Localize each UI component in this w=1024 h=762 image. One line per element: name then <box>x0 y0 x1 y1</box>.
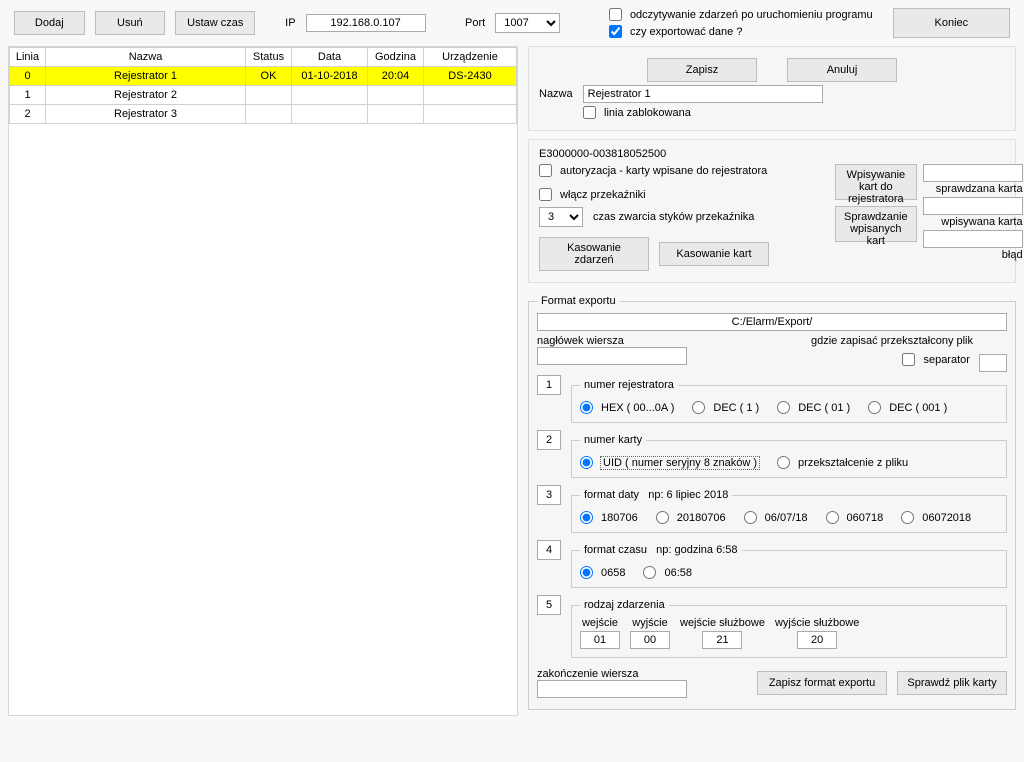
event-type-input[interactable] <box>702 631 742 649</box>
clear-cards-button[interactable]: Kasowanie kart <box>659 242 769 266</box>
export-format-group: Format exportu nagłówek wiersza gdzie za… <box>528 295 1016 710</box>
row-header-input[interactable] <box>537 347 687 365</box>
export-checkbox[interactable]: czy exportować dane ? <box>609 25 873 38</box>
section-4-number[interactable]: 4 <box>537 540 561 560</box>
event-type-input[interactable] <box>580 631 620 649</box>
date-fmt-option[interactable]: 20180706 <box>656 511 726 524</box>
event-type-column: wyjście służbowe <box>775 617 859 649</box>
time-fmt-option[interactable]: 06:58 <box>643 566 692 579</box>
table-header-row: Linia Nazwa Status Data Godzina Urządzen… <box>10 48 517 67</box>
relay-time-select[interactable]: 3 <box>539 207 583 227</box>
event-type-column: wejście służbowe <box>680 617 765 649</box>
device-panel: E3000000-003818052500 autoryzacja - kart… <box>528 139 1016 283</box>
separator-checkbox[interactable]: separator <box>902 353 969 366</box>
checked-card-input[interactable] <box>923 164 1023 182</box>
where-save-label: gdzie zapisać przekształcony plik <box>777 335 1007 347</box>
device-id-label: E3000000-003818052500 <box>539 148 1005 160</box>
export-path-input[interactable] <box>537 313 1007 331</box>
editor-panel: Zapisz Anuluj Nazwa linia zablokowana <box>528 46 1016 131</box>
time-fmt-option[interactable]: 0658 <box>580 566 625 579</box>
date-fmt-option[interactable]: 06/07/18 <box>744 511 808 524</box>
date-fmt-option[interactable]: 060718 <box>826 511 884 524</box>
add-button[interactable]: Dodaj <box>14 11 85 35</box>
checked-card-label: sprawdzana karta <box>936 183 1023 195</box>
check-card-file-button[interactable]: Sprawdź plik karty <box>897 671 1007 695</box>
table-row[interactable]: 2Rejestrator 3 <box>10 105 517 124</box>
event-type-input[interactable] <box>630 631 670 649</box>
cancel-button[interactable]: Anuluj <box>787 58 897 82</box>
delete-button[interactable]: Usuń <box>95 11 166 35</box>
relay-enable-checkbox[interactable]: włącz przekaźniki <box>539 188 646 201</box>
read-events-checkbox[interactable]: odczytywanie zdarzeń po uruchomieniu pro… <box>609 8 873 21</box>
authorization-checkbox[interactable]: autoryzacja - karty wpisane do rejestrat… <box>539 164 767 177</box>
clear-events-button[interactable]: Kasowanie zdarzeń <box>539 237 649 271</box>
relay-time-label: czas zwarcia styków przekaźnika <box>593 211 754 223</box>
section-2-number[interactable]: 2 <box>537 430 561 450</box>
date-fmt-option[interactable]: 06072018 <box>901 511 971 524</box>
registrator-number-group: numer rejestratora HEX ( 00...0A )DEC ( … <box>571 379 1007 423</box>
date-fmt-option[interactable]: 180706 <box>580 511 638 524</box>
port-label: Port <box>465 17 485 29</box>
table-row[interactable]: 0Rejestrator 1OK01-10-201820:04DS-2430 <box>10 67 517 86</box>
written-card-input[interactable] <box>923 197 1023 215</box>
reg-num-option[interactable]: DEC ( 001 ) <box>868 401 947 414</box>
card-num-option[interactable]: przekształcenie z pliku <box>777 456 908 469</box>
table-row[interactable]: 1Rejestrator 2 <box>10 86 517 105</box>
section-3-number[interactable]: 3 <box>537 485 561 505</box>
reg-num-option[interactable]: DEC ( 1 ) <box>692 401 759 414</box>
event-type-group: rodzaj zdarzenia wejściewyjściewejście s… <box>571 599 1007 658</box>
time-format-group: format czasu np: godzina 6:58 065806:58 <box>571 544 1007 588</box>
error-input[interactable] <box>923 230 1023 248</box>
written-card-label: wpisywana karta <box>941 216 1022 228</box>
line-blocked-checkbox[interactable]: linia zablokowana <box>583 106 691 119</box>
ip-label: IP <box>285 17 295 29</box>
reg-num-option[interactable]: HEX ( 00...0A ) <box>580 401 674 414</box>
separator-input[interactable] <box>979 354 1007 372</box>
registrator-table-pane: Linia Nazwa Status Data Godzina Urządzen… <box>8 46 518 716</box>
event-type-column: wejście <box>580 617 620 649</box>
finish-button[interactable]: Koniec <box>893 8 1010 38</box>
name-label: Nazwa <box>539 88 573 100</box>
event-type-column: wyjście <box>630 617 670 649</box>
save-button[interactable]: Zapisz <box>647 58 757 82</box>
date-format-group: format daty np: 6 lipiec 2018 1807062018… <box>571 489 1007 533</box>
event-type-input[interactable] <box>797 631 837 649</box>
reg-num-option[interactable]: DEC ( 01 ) <box>777 401 850 414</box>
name-input[interactable] <box>583 85 823 103</box>
port-select[interactable]: 1007 <box>495 13 560 33</box>
section-5-number[interactable]: 5 <box>537 595 561 615</box>
error-label: błąd <box>1002 249 1023 261</box>
row-header-label: nagłówek wiersza <box>537 335 767 347</box>
write-cards-button[interactable]: Wpisywanie kart do rejestratora <box>835 164 917 200</box>
top-toolbar: Dodaj Usuń Ustaw czas IP Port 1007 odczy… <box>8 8 1016 46</box>
set-time-button[interactable]: Ustaw czas <box>175 11 255 35</box>
section-1-number[interactable]: 1 <box>537 375 561 395</box>
registrator-table[interactable]: Linia Nazwa Status Data Godzina Urządzen… <box>9 47 517 124</box>
save-export-format-button[interactable]: Zapisz format exportu <box>757 671 887 695</box>
ip-input[interactable] <box>306 14 426 32</box>
row-end-input[interactable] <box>537 680 687 698</box>
row-end-label: zakończenie wiersza <box>537 668 687 680</box>
card-number-group: numer karty UID ( numer seryjny 8 znaków… <box>571 434 1007 478</box>
check-cards-button[interactable]: Sprawdzanie wpisanych kart <box>835 206 917 242</box>
card-num-option[interactable]: UID ( numer seryjny 8 znaków ) <box>580 456 759 469</box>
